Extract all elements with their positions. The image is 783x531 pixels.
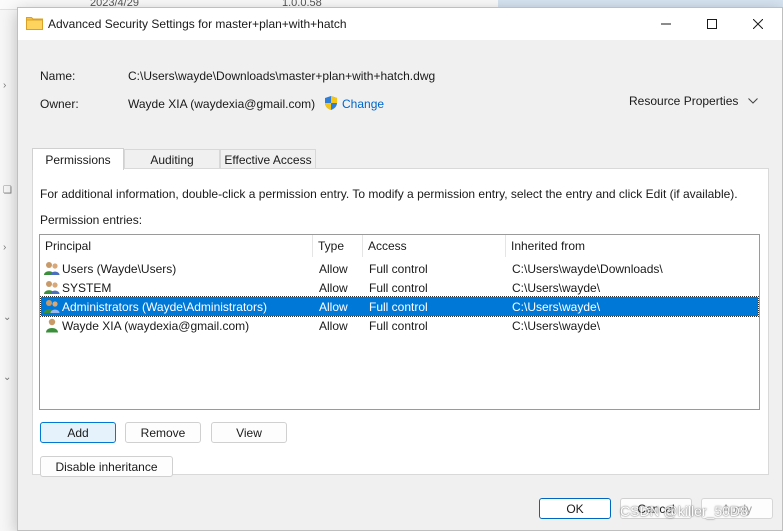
name-label: Name:: [40, 69, 76, 83]
instruction-text: For additional information, double-click…: [40, 187, 738, 201]
name-value: C:\Users\wayde\Downloads\master+plan+wit…: [128, 69, 436, 83]
principal-cell: SYSTEM: [62, 280, 112, 295]
watermark-text: CSDN @killer_50D8: [620, 503, 748, 519]
column-header-principal[interactable]: Principal: [40, 235, 313, 257]
column-header-label: Access: [368, 239, 407, 253]
owner-value: Wayde XIA (waydexia@gmail.com): [128, 97, 316, 111]
column-header-label: Type: [318, 239, 345, 253]
close-button[interactable]: [735, 8, 781, 40]
group-icon: [44, 300, 60, 313]
chevron-down-icon: [748, 98, 759, 104]
tab-label: Permissions: [45, 152, 111, 167]
permission-entries-label: Permission entries:: [40, 213, 143, 227]
owner-label: Owner:: [40, 97, 79, 111]
tab-label: Auditing: [150, 152, 194, 167]
minimize-button[interactable]: [643, 8, 689, 40]
advanced-security-settings-dialog: Advanced Security Settings for master+pl…: [17, 7, 783, 531]
background-chevron-icon: ›: [3, 242, 7, 253]
resource-properties-toggle[interactable]: Resource Properties: [629, 94, 759, 108]
minimize-icon: [661, 23, 671, 25]
type-cell: Allow: [319, 299, 348, 314]
view-button[interactable]: View: [211, 422, 287, 443]
tab-effective-access[interactable]: Effective Access: [220, 149, 316, 169]
maximize-button[interactable]: [689, 8, 735, 40]
resource-properties-label: Resource Properties: [629, 94, 739, 108]
tab-permissions[interactable]: Permissions: [32, 148, 124, 170]
add-button-label: Add: [67, 425, 89, 440]
background-glyph: ›: [3, 80, 7, 91]
column-header-type[interactable]: Type: [313, 235, 363, 257]
access-cell: Full control: [369, 299, 428, 314]
ok-button-label: OK: [566, 501, 584, 516]
user-icon: [46, 318, 58, 333]
table-row[interactable]: Users (Wayde\Users) Allow Full control C…: [41, 259, 758, 278]
inherited-from-cell: C:\Users\wayde\Downloads\: [512, 261, 663, 276]
add-button[interactable]: Add: [40, 422, 116, 443]
type-cell: Allow: [319, 318, 348, 333]
uac-shield-icon: [325, 96, 337, 110]
background-nav-strip: › ❏ › ⌄ ⌄: [0, 10, 17, 531]
maximize-icon: [707, 19, 717, 29]
type-cell: Allow: [319, 261, 348, 276]
column-header-access[interactable]: Access: [363, 235, 506, 257]
table-row[interactable]: SYSTEM Allow Full control C:\Users\wayde…: [41, 278, 758, 297]
window-title: Advanced Security Settings for master+pl…: [48, 17, 347, 31]
access-cell: Full control: [369, 318, 428, 333]
list-header: Principal Type Access Inherited from: [40, 235, 759, 257]
permission-entries-list[interactable]: Principal Type Access Inherited from Use…: [39, 234, 760, 410]
folder-icon: [26, 17, 43, 30]
inherited-from-cell: C:\Users\wayde\: [512, 318, 601, 333]
ok-button[interactable]: OK: [539, 498, 611, 519]
table-row[interactable]: Wayde XIA (waydexia@gmail.com) Allow Ful…: [41, 316, 758, 335]
tab-auditing[interactable]: Auditing: [124, 149, 220, 169]
change-owner-link[interactable]: Change: [342, 97, 384, 111]
column-header-label: Inherited from: [511, 239, 586, 253]
principal-cell: Wayde XIA (waydexia@gmail.com): [62, 318, 250, 333]
principal-cell: Administrators (Wayde\Administrators): [62, 299, 267, 314]
background-chevron-down-icon: ⌄: [3, 312, 12, 323]
column-header-inherited-from[interactable]: Inherited from: [506, 235, 759, 257]
group-icon: [44, 262, 60, 275]
view-button-label: View: [236, 425, 262, 440]
group-icon: [44, 281, 60, 294]
inherited-from-cell: C:\Users\wayde\: [512, 280, 601, 295]
principal-cell: Users (Wayde\Users): [62, 261, 177, 276]
disable-inheritance-button[interactable]: Disable inheritance: [40, 456, 173, 477]
access-cell: Full control: [369, 280, 428, 295]
tab-label: Effective Access: [224, 152, 312, 167]
table-row-selected[interactable]: Administrators (Wayde\Administrators) Al…: [40, 296, 759, 317]
column-header-label: Principal: [45, 239, 92, 253]
remove-button-label: Remove: [140, 425, 186, 440]
background-chevron-down-icon: ⌄: [3, 372, 12, 383]
type-cell: Allow: [319, 280, 348, 295]
close-icon: [753, 19, 763, 29]
remove-button[interactable]: Remove: [125, 422, 201, 443]
title-bar[interactable]: Advanced Security Settings for master+pl…: [18, 8, 782, 40]
disable-inheritance-label: Disable inheritance: [55, 459, 158, 474]
inherited-from-cell: C:\Users\wayde\: [512, 299, 601, 314]
access-cell: Full control: [369, 261, 428, 276]
background-copy-icon: ❏: [3, 185, 12, 196]
